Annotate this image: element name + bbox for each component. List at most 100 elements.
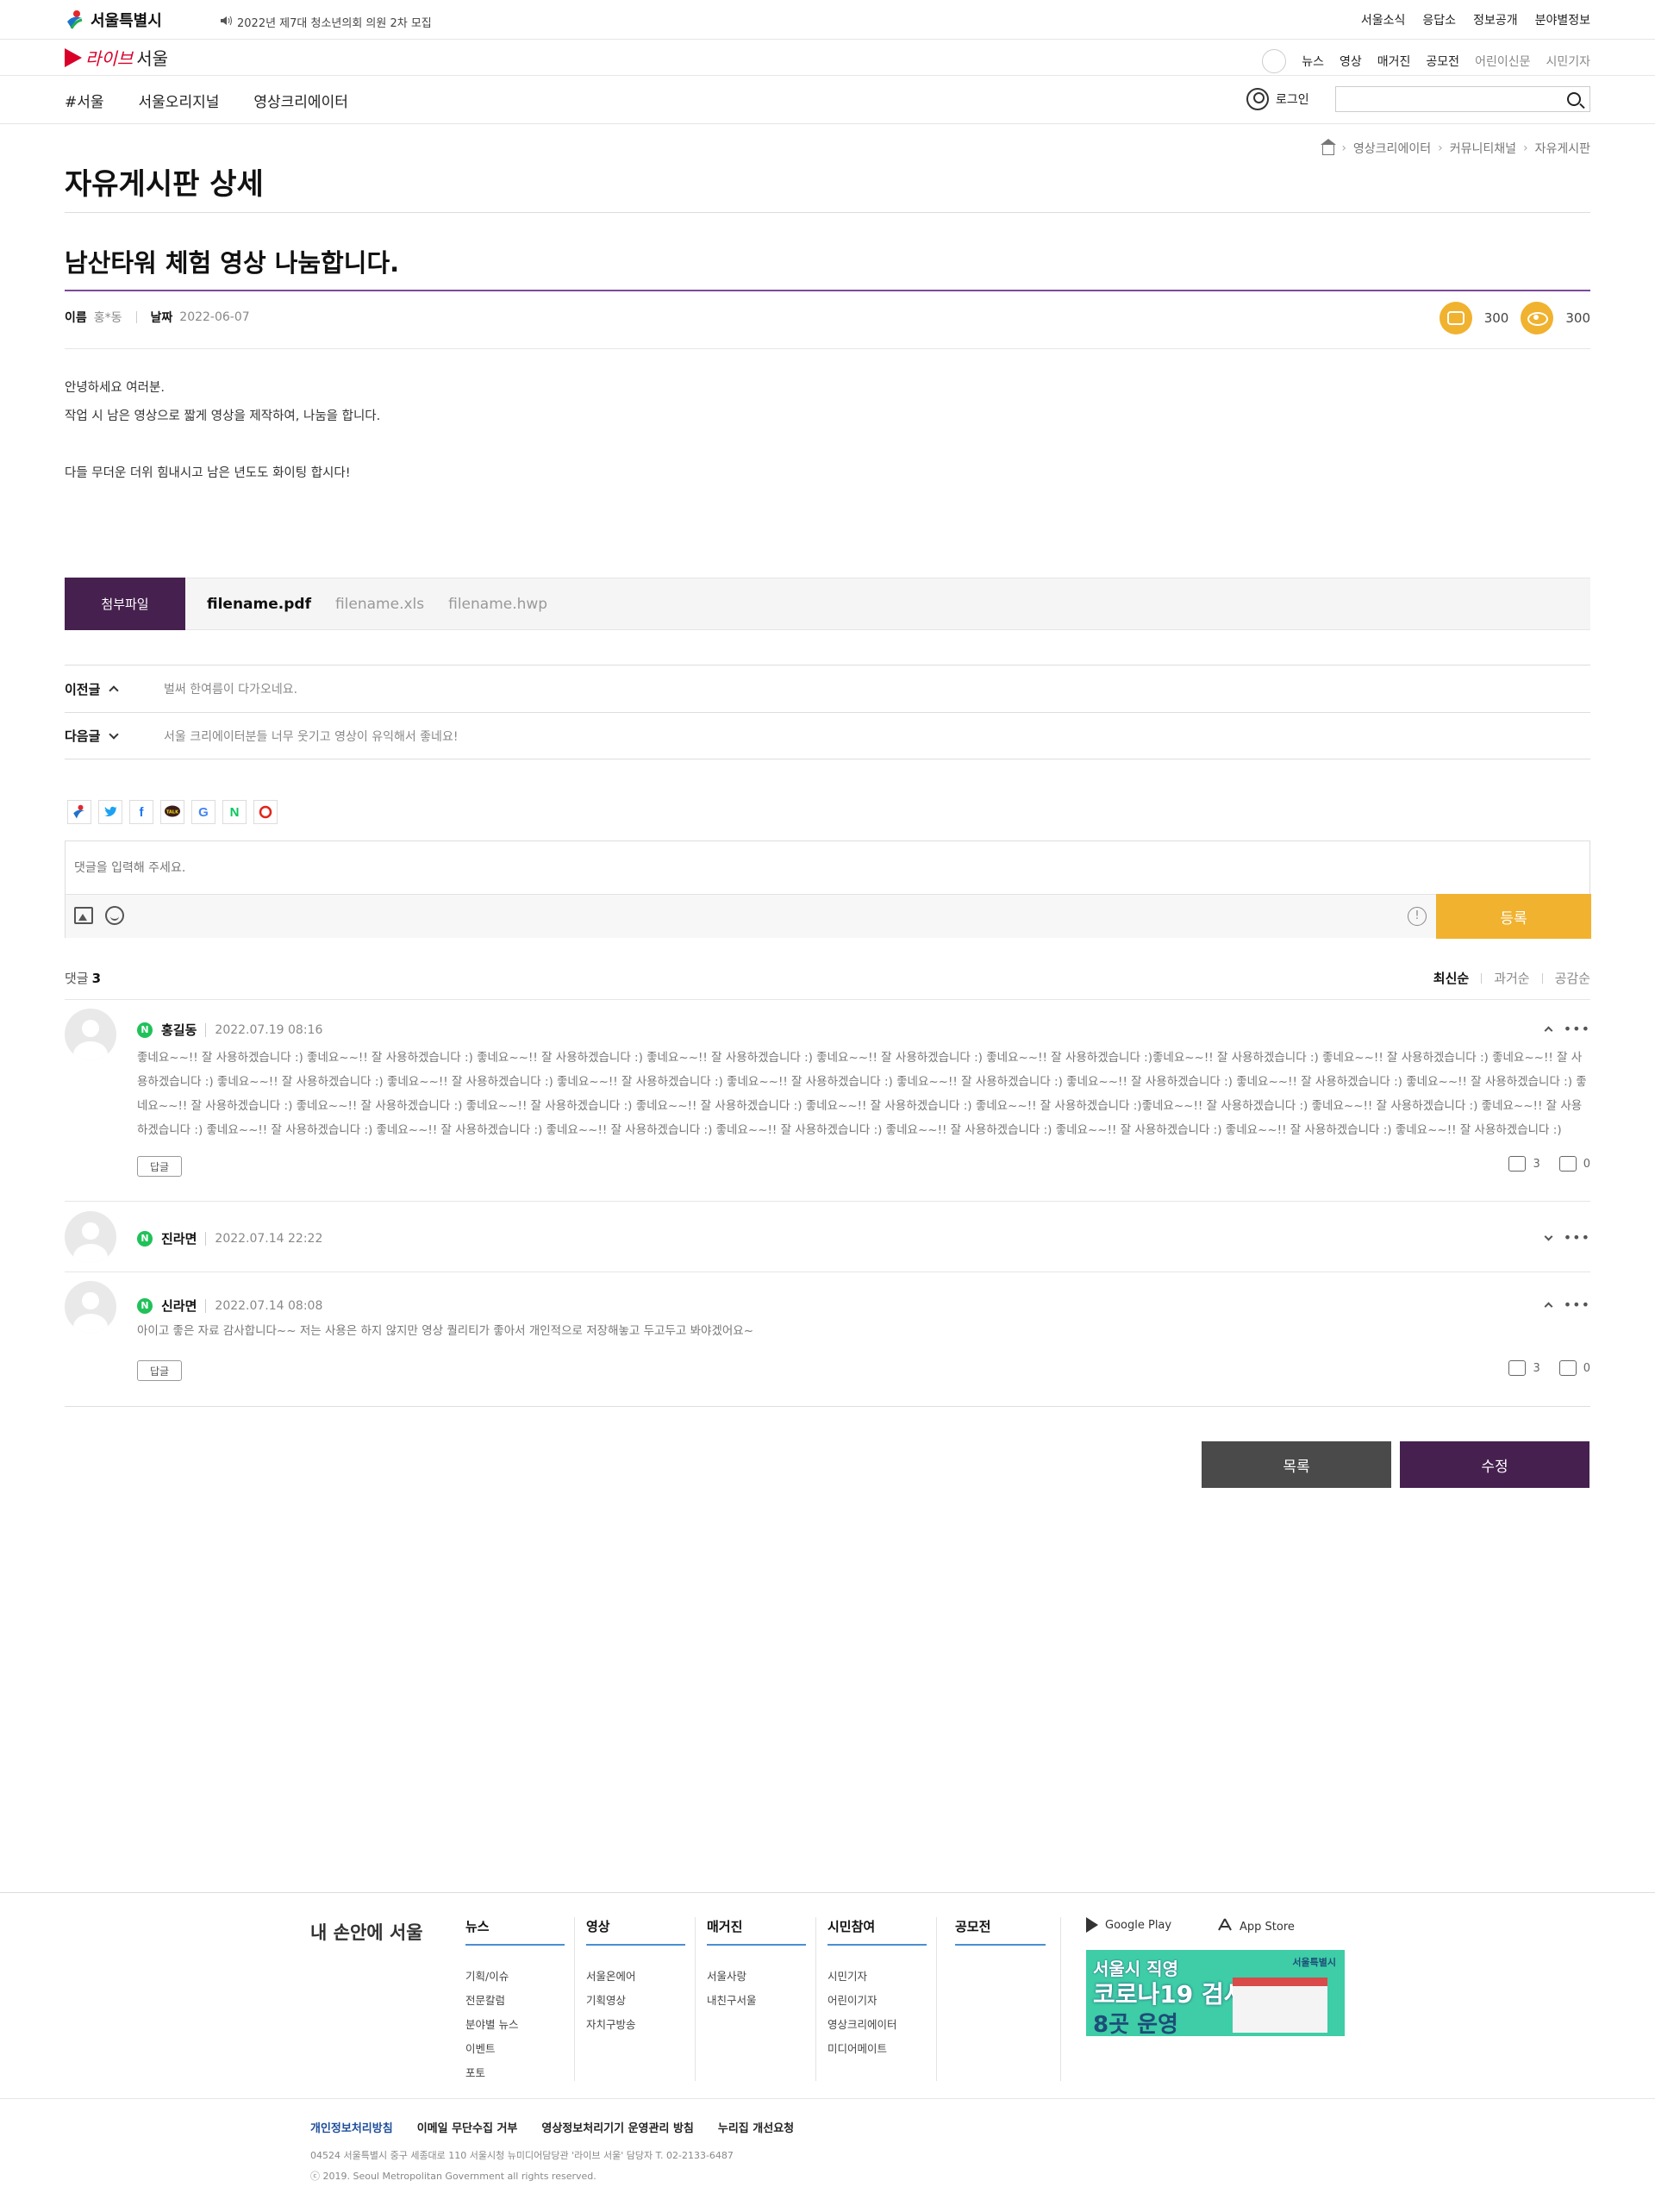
sort-oldest[interactable]: 과거순	[1494, 969, 1529, 987]
breadcrumb-community[interactable]: 커뮤니티채널	[1450, 140, 1516, 157]
band-icon[interactable]	[253, 800, 278, 824]
menu-video[interactable]: 영상	[1340, 53, 1362, 70]
comment-header: N 신라면 2022.07.14 08:08	[137, 1297, 322, 1315]
search-icon[interactable]	[1567, 92, 1581, 106]
svg-text:TALK: TALK	[166, 810, 179, 815]
speaker-icon	[220, 16, 232, 29]
footer-link[interactable]: 포토	[465, 2061, 565, 2085]
footer-column-heading[interactable]: 뉴스	[465, 1917, 565, 1946]
divider	[65, 1406, 1590, 1407]
comment-item: N 홍길동 2022.07.19 08:16 ••• 좋네요~~!! 잘 사용하…	[65, 999, 1590, 1201]
seoul-logo-icon	[65, 9, 85, 30]
footer-link[interactable]: 이벤트	[465, 2037, 565, 2061]
notice-ticker[interactable]: 2022년 제7대 청소년의회 의원 2차 모집	[220, 14, 432, 30]
comment-date: 2022.07.14 22:22	[205, 1231, 322, 1246]
util-link-news[interactable]: 서울소식	[1361, 11, 1406, 28]
site-feedback-link[interactable]: 누리집 개선요청	[718, 2119, 794, 2135]
character-icon[interactable]	[1262, 49, 1287, 73]
live-seoul-logo[interactable]: 라이브 서울	[65, 45, 168, 70]
more-options-icon[interactable]: •••	[1564, 1021, 1590, 1037]
footer-column-heading[interactable]: 매거진	[707, 1917, 806, 1946]
comment-count-header: 댓글 3	[65, 969, 101, 987]
login-button[interactable]: 로그인	[1246, 88, 1309, 110]
avatar	[65, 1211, 116, 1263]
footer-link[interactable]: 전문칼럼	[465, 1989, 565, 2013]
attachment-file[interactable]: filename.pdf	[207, 596, 311, 613]
footer-column-separator	[936, 1917, 937, 2081]
seoul-share-icon[interactable]	[67, 800, 91, 824]
naver-icon[interactable]: N	[222, 800, 247, 824]
nav-item-hashtag-seoul[interactable]: #서울	[65, 90, 104, 111]
covid-test-banner[interactable]: 서울시 직영 코로나19 검사소 8곳 운영 서울특별시	[1086, 1950, 1345, 2038]
submit-comment-button[interactable]: 등록	[1436, 894, 1591, 939]
footer-column-heading[interactable]: 공모전	[955, 1917, 1046, 1946]
sort-likes[interactable]: 공감순	[1555, 969, 1590, 987]
footer-link[interactable]: 자치구방송	[586, 2013, 685, 2037]
chevron-down-icon	[109, 728, 120, 740]
expand-icon[interactable]	[1544, 1232, 1553, 1240]
footer-link[interactable]: 어린이기자	[828, 1989, 927, 2013]
prev-post[interactable]: 이전글 벌써 한여름이 다가오네요.	[65, 665, 1590, 712]
util-link-eungdapso[interactable]: 응답소	[1422, 11, 1456, 28]
footer-column-heading[interactable]: 영상	[586, 1917, 685, 1946]
reply-button[interactable]: 답글	[137, 1360, 182, 1381]
email-refusal-link[interactable]: 이메일 무단수집 거부	[417, 2119, 518, 2135]
cctv-policy-link[interactable]: 영상정보처리기기 운영관리 방침	[541, 2119, 694, 2135]
dislike-icon[interactable]	[1558, 1156, 1577, 1172]
comment-text: 좋네요~~!! 잘 사용하겠습니다 :) 좋네요~~!! 잘 사용하겠습니다 :…	[137, 1051, 1587, 1137]
footer-link[interactable]: 서울사랑	[707, 1965, 806, 1989]
twitter-icon[interactable]	[98, 800, 122, 824]
edit-button[interactable]: 수정	[1400, 1441, 1589, 1488]
more-options-icon[interactable]: •••	[1564, 1229, 1590, 1246]
breadcrumb-video-creator[interactable]: 영상크리에이터	[1353, 140, 1431, 157]
menu-news[interactable]: 뉴스	[1302, 53, 1324, 70]
more-options-icon[interactable]: •••	[1564, 1297, 1590, 1313]
prev-post-label: 이전글	[65, 680, 164, 698]
reply-button[interactable]: 답글	[137, 1156, 182, 1177]
attachment-file[interactable]: filename.hwp	[448, 596, 547, 613]
facebook-icon[interactable]: f	[129, 800, 153, 824]
util-links: 서울소식 응답소 정보공개 분야별정보	[1361, 11, 1590, 28]
menu-kids-news[interactable]: 어린이신문	[1475, 53, 1530, 70]
collapse-icon[interactable]	[1544, 1026, 1553, 1034]
seoul-logo[interactable]: 서울특별시	[65, 9, 162, 31]
kakaotalk-icon[interactable]: TALK	[160, 800, 184, 824]
comment-input[interactable]	[66, 841, 1589, 893]
list-button[interactable]: 목록	[1202, 1441, 1391, 1488]
like-icon[interactable]	[1508, 1156, 1527, 1172]
collapse-icon[interactable]	[1544, 1302, 1553, 1310]
home-icon[interactable]	[1321, 139, 1337, 155]
google-icon[interactable]: G	[191, 800, 215, 824]
util-link-info[interactable]: 정보공개	[1473, 11, 1518, 28]
menu-contest[interactable]: 공모전	[1426, 53, 1459, 70]
search-input[interactable]	[1336, 87, 1552, 111]
menu-magazine[interactable]: 매거진	[1377, 53, 1411, 70]
footer-column-magazine: 매거진 서울사랑 내친구서울	[707, 1917, 806, 2013]
footer-link[interactable]: 서울온에어	[586, 1965, 685, 1989]
info-icon[interactable]: !	[1408, 907, 1427, 926]
footer-column-heading[interactable]: 시민참여	[828, 1917, 927, 1946]
footer-link[interactable]: 기획영상	[586, 1989, 685, 2013]
google-play-link[interactable]: Google Play	[1086, 1917, 1171, 1933]
nav-item-video-creator[interactable]: 영상크리에이터	[253, 90, 347, 111]
footer-link[interactable]: 미디어메이트	[828, 2037, 927, 2061]
footer-link[interactable]: 분야별 뉴스	[465, 2013, 565, 2037]
next-post[interactable]: 다음글 서울 크리에이터분들 너무 웃기고 영상이 유익해서 좋네요!	[65, 712, 1590, 759]
menu-citizen-reporter[interactable]: 시민기자	[1546, 53, 1590, 70]
footer-link[interactable]: 기획/이슈	[465, 1965, 565, 1989]
app-store-link[interactable]: App Store	[1217, 1917, 1295, 1937]
footer-link[interactable]: 영상크리에이터	[828, 2013, 927, 2037]
nav-item-seoul-original[interactable]: 서울오리지널	[139, 90, 220, 111]
emoji-icon[interactable]	[105, 906, 124, 925]
footer-link[interactable]: 시민기자	[828, 1965, 927, 1989]
privacy-policy-link[interactable]: 개인정보처리방침	[310, 2119, 393, 2135]
like-icon[interactable]	[1508, 1360, 1527, 1376]
breadcrumb-board[interactable]: 자유게시판	[1535, 140, 1590, 157]
dislike-icon[interactable]	[1558, 1360, 1577, 1376]
date-label: 날짜	[150, 311, 173, 325]
attachment-file[interactable]: filename.xls	[335, 596, 424, 613]
sort-latest[interactable]: 최신순	[1433, 969, 1469, 987]
footer-link[interactable]: 내친구서울	[707, 1989, 806, 2013]
util-link-category[interactable]: 분야별정보	[1535, 11, 1590, 28]
image-upload-icon[interactable]	[74, 907, 93, 924]
